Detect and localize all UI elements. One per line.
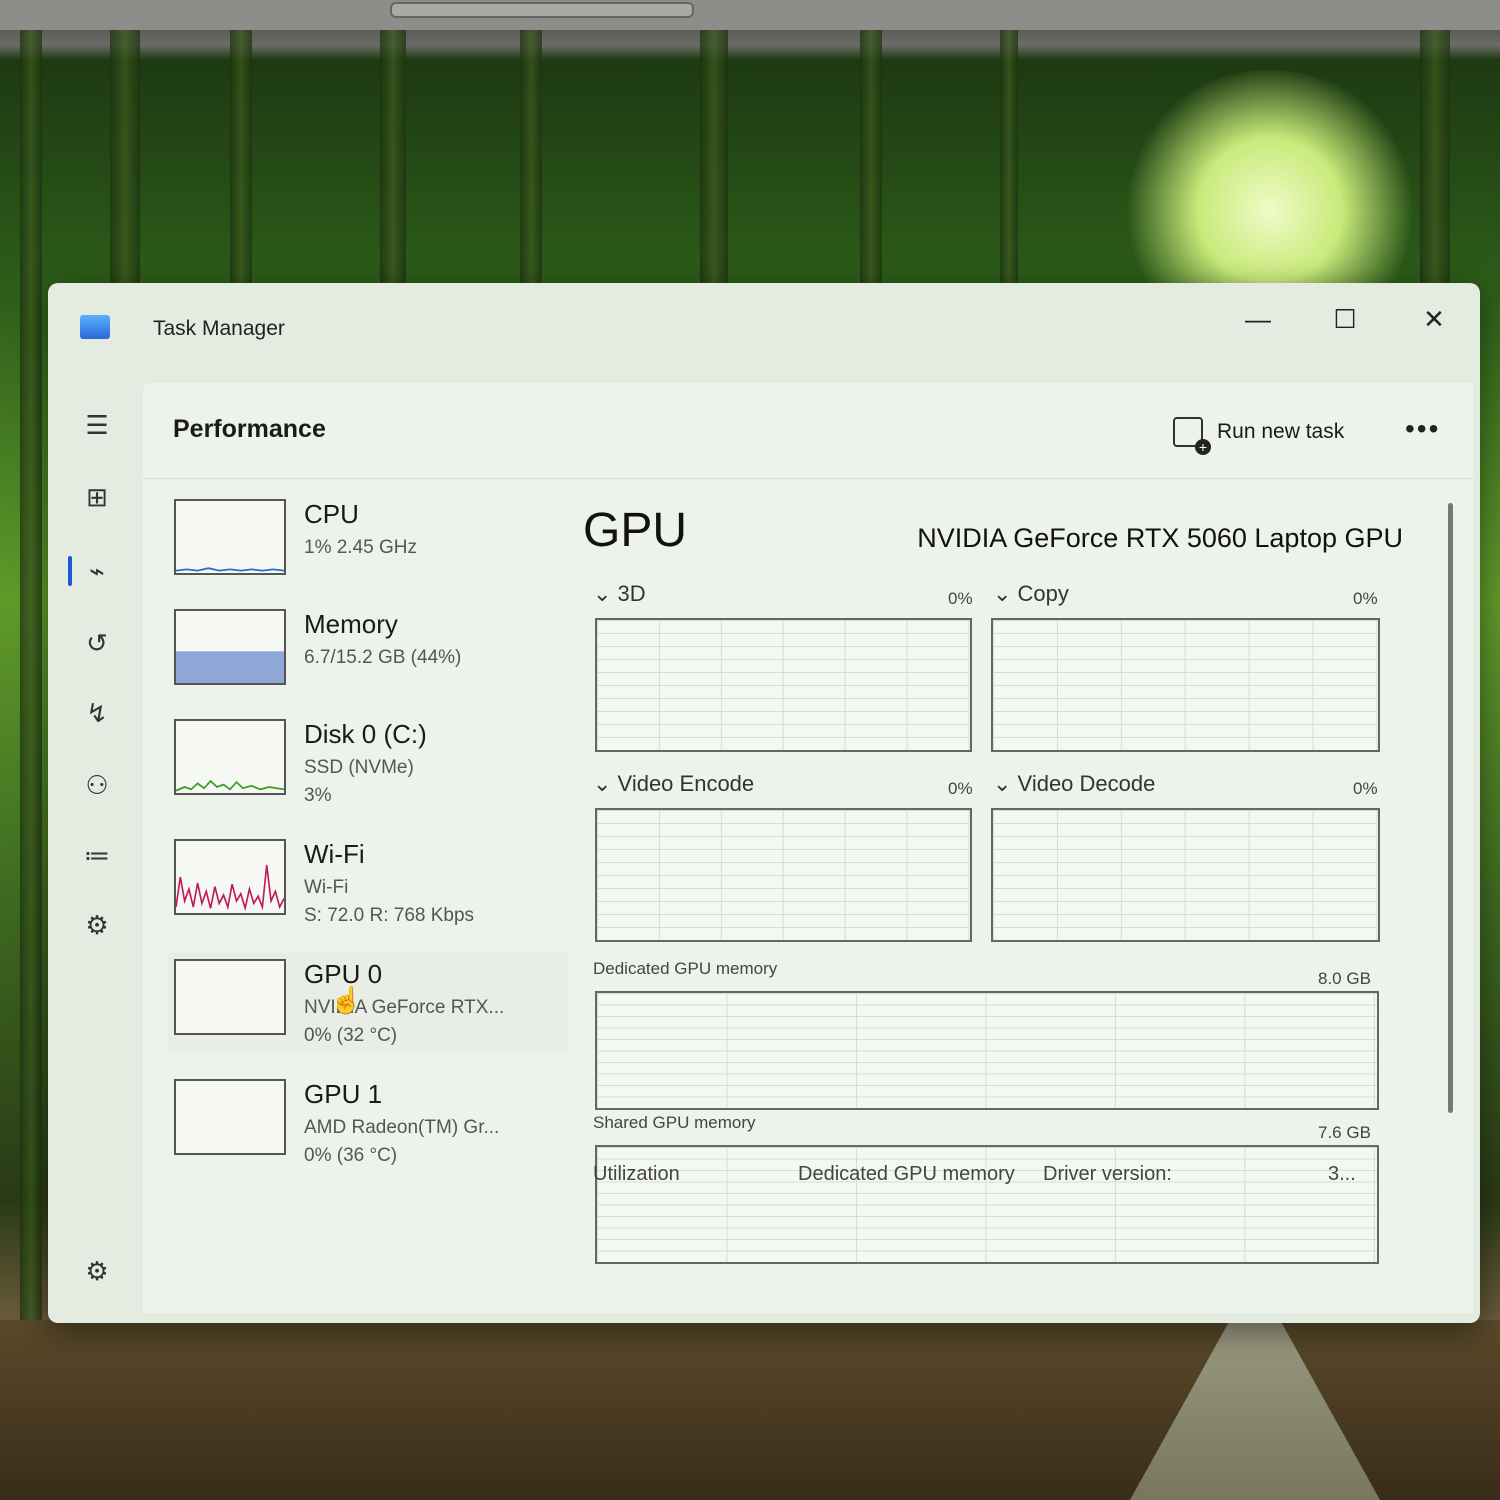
engine-3d-graph (595, 618, 972, 752)
sidebar-item-usage: 3% (304, 785, 332, 806)
services-icon[interactable]: ⚙ (80, 908, 114, 942)
stat-utilization-label: Utilization (593, 1163, 680, 1185)
settings-icon[interactable]: ⚙ (80, 1254, 114, 1288)
sidebar-item-cpu[interactable]: CPU 1% 2.45 GHz (168, 493, 568, 593)
details-icon[interactable]: ≔ (80, 838, 114, 872)
close-button[interactable]: ✕ (1412, 301, 1456, 337)
sidebar-item-name: GPU 1 (304, 1079, 383, 1109)
cpu-thumbnail-graph (174, 499, 286, 575)
engine-video-decode-dropdown[interactable]: ⌄ Video Decode (993, 771, 1155, 797)
task-manager-window: Task Manager — ☐ ✕ ☰ ⊞ ⌁ ↺ ↯ ⚇ ≔ ⚙ ⚙ Per… (48, 283, 1480, 1323)
gpu0-thumbnail-graph (174, 959, 286, 1035)
sidebar-item-name: Memory (304, 609, 398, 639)
run-new-task-label: Run new task (1217, 420, 1345, 443)
engine-copy-pct: 0% (1353, 589, 1378, 608)
performance-page: Performance Run new task ••• CPU 1% 2.45… (143, 383, 1473, 1313)
gpu1-thumbnail-graph (174, 1079, 286, 1155)
gpu-model-name: NVIDIA GeForce RTX 5060 Laptop GPU (917, 523, 1403, 553)
engine-3d-pct: 0% (948, 589, 973, 608)
app-history-icon[interactable]: ↺ (80, 626, 114, 660)
bezel-slot (390, 2, 694, 18)
hamburger-icon[interactable]: ☰ (80, 408, 114, 442)
sidebar-item-usage: 0% (36 °C) (304, 1145, 398, 1166)
dedicated-memory-label: Dedicated GPU memory (593, 959, 778, 978)
shared-memory-label: Shared GPU memory (593, 1113, 756, 1132)
window-title: Task Manager (153, 317, 285, 340)
sidebar-item-memory[interactable]: Memory 6.7/15.2 GB (44%) (168, 603, 568, 703)
stat-driver-label: Driver version: (1043, 1163, 1172, 1185)
performance-icon[interactable]: ⌁ (80, 554, 114, 588)
sidebar-item-disk[interactable]: Disk 0 (C:) SSD (NVMe) 3% (168, 713, 568, 813)
engine-video-decode-graph (991, 808, 1380, 942)
dedicated-memory-graph (595, 991, 1379, 1110)
more-options-button[interactable]: ••• (1405, 413, 1440, 445)
sidebar-item-name: Wi-Fi (304, 839, 365, 869)
engine-label: 3D (617, 581, 646, 606)
wifi-sparkline (176, 864, 284, 912)
processes-icon[interactable]: ⊞ (80, 480, 114, 514)
wifi-thumbnail-graph (174, 839, 286, 915)
engine-3d-dropdown[interactable]: ⌄ 3D (593, 581, 646, 607)
engine-video-encode-dropdown[interactable]: ⌄ Video Encode (593, 771, 754, 797)
stat-driver-value: 3... (1328, 1163, 1356, 1185)
hand-cursor-icon: ☝ (330, 985, 363, 1015)
engine-label: Video Encode (617, 771, 755, 796)
cpu-sparkline (176, 567, 284, 572)
sidebar-item-name: Disk 0 (C:) (304, 719, 427, 749)
run-new-task-button[interactable]: Run new task (1173, 415, 1345, 455)
engine-video-decode-pct: 0% (1353, 779, 1378, 798)
resource-list: CPU 1% 2.45 GHz Memory 6.7/15.2 GB (44%)… (168, 493, 568, 1293)
title-bar[interactable]: Task Manager — ☐ ✕ (48, 283, 1480, 379)
nav-active-indicator (68, 556, 72, 586)
memory-usage-fill (176, 651, 284, 683)
minimize-button[interactable]: — (1236, 301, 1280, 337)
scrollbar[interactable] (1448, 503, 1453, 1113)
task-manager-icon (80, 315, 110, 339)
sidebar-item-detail: 1% 2.45 GHz (304, 537, 417, 558)
detail-title: GPU (583, 504, 688, 557)
engine-video-encode-graph (595, 808, 972, 942)
sidebar-item-throughput: S: 72.0 R: 768 Kbps (304, 905, 475, 926)
engine-video-encode-pct: 0% (948, 779, 973, 798)
users-icon[interactable]: ⚇ (80, 768, 114, 802)
sidebar-item-detail: 6.7/15.2 GB (44%) (304, 647, 462, 668)
sidebar-item-gpu-0[interactable]: GPU 0 NVIDIA GeForce RTX... 0% (32 °C) (168, 953, 568, 1053)
disk-thumbnail-graph (174, 719, 286, 795)
shared-memory-value: 7.6 GB (1318, 1123, 1371, 1142)
sidebar-item-name: CPU (304, 499, 359, 529)
bamboo-trunk (20, 30, 42, 1330)
sidebar-item-wifi[interactable]: Wi-Fi Wi-Fi S: 72.0 R: 768 Kbps (168, 833, 568, 933)
sidebar-item-detail: SSD (NVMe) (304, 757, 414, 778)
memory-thumbnail-graph (174, 609, 286, 685)
engine-copy-dropdown[interactable]: ⌄ Copy (993, 581, 1069, 607)
dedicated-memory-value: 8.0 GB (1318, 969, 1371, 988)
startup-apps-icon[interactable]: ↯ (80, 696, 114, 730)
laptop-bezel (0, 0, 1500, 30)
sidebar-item-usage: 0% (32 °C) (304, 1025, 398, 1046)
maximize-button[interactable]: ☐ (1323, 301, 1367, 337)
stat-dedicated-label: Dedicated GPU memory (798, 1163, 1015, 1185)
engine-label: Video Decode (1017, 771, 1156, 796)
engine-copy-graph (991, 618, 1380, 752)
page-title: Performance (173, 415, 326, 443)
nav-rail: ☰ ⊞ ⌁ ↺ ↯ ⚇ ≔ ⚙ ⚙ (68, 388, 138, 1308)
engine-label: Copy (1017, 581, 1069, 606)
sidebar-item-detail: Wi-Fi (304, 877, 349, 898)
command-bar: Performance Run new task ••• (143, 383, 1473, 479)
disk-sparkline (176, 779, 284, 792)
run-new-task-icon (1173, 417, 1211, 455)
sidebar-item-gpu-1[interactable]: GPU 1 AMD Radeon(TM) Gr... 0% (36 °C) (168, 1073, 568, 1173)
sidebar-item-detail: AMD Radeon(TM) Gr... (304, 1117, 500, 1138)
